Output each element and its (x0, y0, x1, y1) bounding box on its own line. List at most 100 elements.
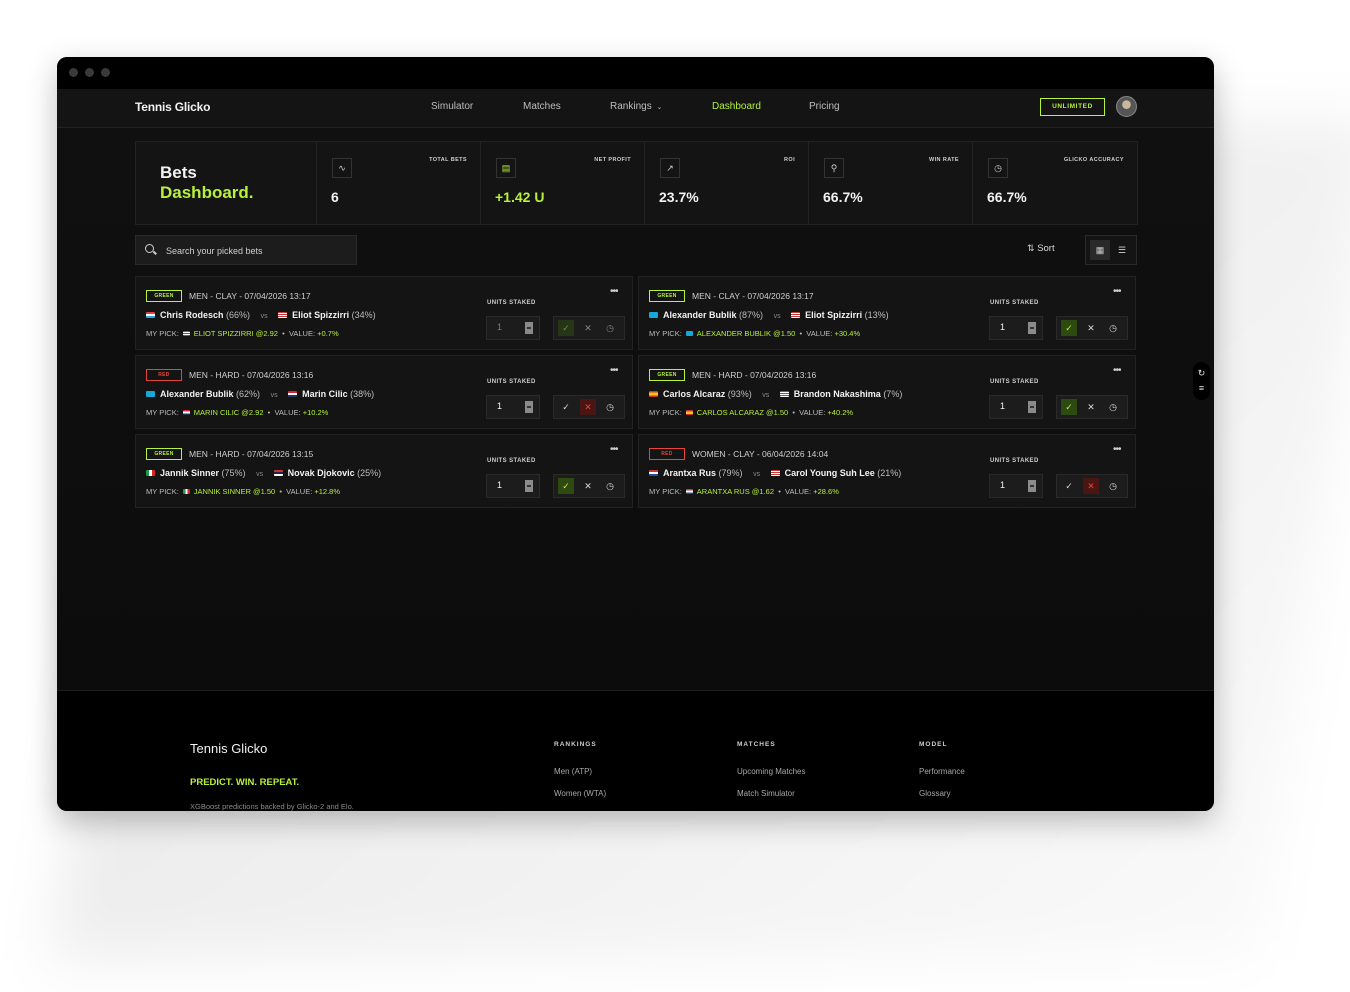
window-maximize-dot[interactable] (101, 68, 110, 77)
more-options-icon[interactable]: ••• (1113, 365, 1121, 376)
pending-clock-icon[interactable]: ◷ (602, 478, 618, 494)
nav-rankings[interactable]: Rankings ⌄ (610, 101, 662, 112)
my-pick-label: MY PICK: (649, 487, 682, 496)
stepper-icon[interactable] (1028, 322, 1036, 334)
flag-icon (278, 312, 288, 318)
units-staked-label: UNITS STAKED (990, 458, 1039, 464)
pick-value: +12.8% (314, 487, 341, 496)
units-stepper[interactable]: 1 (486, 316, 540, 340)
stepper-icon[interactable] (525, 322, 533, 334)
trend-up-icon: ↗ (660, 158, 680, 178)
units-stepper[interactable]: 1 (989, 474, 1043, 498)
mark-loss-icon[interactable]: ✕ (580, 478, 596, 494)
stepper-icon[interactable] (525, 480, 533, 492)
footer-link-simulator[interactable]: Match Simulator (737, 789, 795, 798)
player-two: Marin Cilic (302, 389, 348, 399)
vs-label: vs (256, 471, 264, 478)
more-options-icon[interactable]: ••• (1113, 444, 1121, 455)
footer-link-men-atp[interactable]: Men (ATP) (554, 767, 592, 776)
mark-win-icon[interactable]: ✓ (1061, 399, 1077, 415)
nav-pricing[interactable]: Pricing (809, 101, 840, 112)
mark-win-icon[interactable]: ✓ (1061, 478, 1077, 494)
pick-value: +30.4% (834, 329, 861, 338)
stepper-icon[interactable] (1028, 401, 1036, 413)
units-value[interactable]: 1 (1000, 480, 1005, 490)
match-meta: MEN - HARD - 07/04/2026 13:16 (692, 370, 817, 380)
value-label: VALUE: (806, 329, 833, 338)
match-players: Carlos Alcaraz (93%) vs Brandon Nakashim… (649, 389, 902, 399)
more-options-icon[interactable]: ••• (610, 286, 618, 297)
pending-clock-icon[interactable]: ◷ (602, 399, 618, 415)
value-label: VALUE: (274, 408, 301, 417)
units-value[interactable]: 1 (497, 480, 502, 490)
my-pick-label: MY PICK: (649, 408, 682, 417)
player-one: Arantxa Rus (663, 468, 717, 478)
mark-win-icon[interactable]: ✓ (1061, 320, 1077, 336)
footer-heading-matches: MATCHES (737, 741, 776, 748)
mark-win-icon[interactable]: ✓ (558, 399, 574, 415)
units-stepper[interactable]: 1 (989, 395, 1043, 419)
user-avatar[interactable] (1116, 96, 1137, 117)
more-options-icon[interactable]: ••• (1113, 286, 1121, 297)
pick-value: +28.6% (813, 487, 839, 496)
flag-icon (182, 331, 190, 336)
nav-simulator[interactable]: Simulator (431, 101, 473, 112)
search-box[interactable] (135, 235, 357, 265)
stat-label: GLICKO ACCURACY (1063, 157, 1124, 163)
player-one: Jannik Sinner (160, 468, 220, 478)
sort-button[interactable]: ⇅ Sort (1027, 243, 1055, 254)
window-close-dot[interactable] (69, 68, 78, 77)
vs-label: vs (773, 313, 781, 320)
mark-win-icon[interactable]: ✓ (558, 478, 574, 494)
top-nav: Tennis Glicko Simulator Matches Rankings… (57, 89, 1214, 128)
units-stepper[interactable]: 1 (486, 395, 540, 419)
pending-clock-icon[interactable]: ◷ (1105, 478, 1121, 494)
stepper-icon[interactable] (525, 401, 533, 413)
pending-clock-icon[interactable]: ◷ (1105, 399, 1121, 415)
value-label: VALUE: (288, 329, 316, 338)
list-view-icon[interactable]: ☰ (1112, 240, 1132, 260)
more-options-icon[interactable]: ••• (610, 444, 618, 455)
units-value[interactable]: 1 (1000, 401, 1005, 411)
units-stepper[interactable]: 1 (989, 316, 1043, 340)
pick-selection: JANNIK SINNER @1.50 (193, 487, 276, 496)
search-input[interactable] (164, 242, 348, 260)
plan-badge[interactable]: UNLIMITED (1040, 98, 1105, 116)
refresh-icon[interactable]: ↻ (1197, 369, 1206, 378)
player-two: Carol Young Suh Lee (784, 468, 875, 478)
mark-loss-icon[interactable]: ✕ (580, 320, 596, 336)
mark-loss-icon[interactable]: ✕ (1083, 478, 1099, 494)
stepper-icon[interactable] (1028, 480, 1036, 492)
footer-link-women-wta[interactable]: Women (WTA) (554, 789, 606, 798)
mark-win-icon[interactable]: ✓ (558, 320, 574, 336)
sort-icon: ⇅ (1027, 243, 1035, 253)
more-options-icon[interactable]: ••• (610, 365, 618, 376)
mark-loss-icon[interactable]: ✕ (1083, 399, 1099, 415)
side-widget-main[interactable]: ↻ ≡ (1193, 362, 1210, 400)
nav-matches[interactable]: Matches (523, 101, 561, 112)
brand-logo[interactable]: Tennis Glicko (135, 100, 210, 114)
filter-lines-icon[interactable]: ≡ (1197, 384, 1206, 393)
result-actions: ✓ ✕ ◷ (1056, 395, 1128, 419)
footer-link-glossary[interactable]: Glossary (919, 789, 951, 798)
mark-loss-icon[interactable]: ✕ (580, 399, 596, 415)
pending-clock-icon[interactable]: ◷ (602, 320, 618, 336)
nav-dashboard[interactable]: Dashboard (712, 101, 761, 112)
player-two: Eliot Spizzirri (292, 310, 350, 320)
units-value[interactable]: 1 (1000, 322, 1005, 332)
match-meta: WOMEN - CLAY - 06/04/2026 14:04 (692, 449, 829, 459)
units-value[interactable]: 1 (497, 401, 502, 411)
window-minimize-dot[interactable] (85, 68, 94, 77)
units-stepper[interactable]: 1 (486, 474, 540, 498)
footer-brand[interactable]: Tennis Glicko (190, 741, 267, 756)
grid-view-icon[interactable]: ▦ (1090, 240, 1110, 260)
units-value[interactable]: 1 (497, 322, 502, 332)
footer-link-performance[interactable]: Performance (919, 767, 965, 776)
footer-link-upcoming[interactable]: Upcoming Matches (737, 767, 805, 776)
flag-icon (770, 470, 780, 476)
pulse-icon: ∿ (332, 158, 352, 178)
flag-icon (146, 391, 155, 397)
mark-loss-icon[interactable]: ✕ (1083, 320, 1099, 336)
result-actions: ✓ ✕ ◷ (1056, 316, 1128, 340)
pending-clock-icon[interactable]: ◷ (1105, 320, 1121, 336)
